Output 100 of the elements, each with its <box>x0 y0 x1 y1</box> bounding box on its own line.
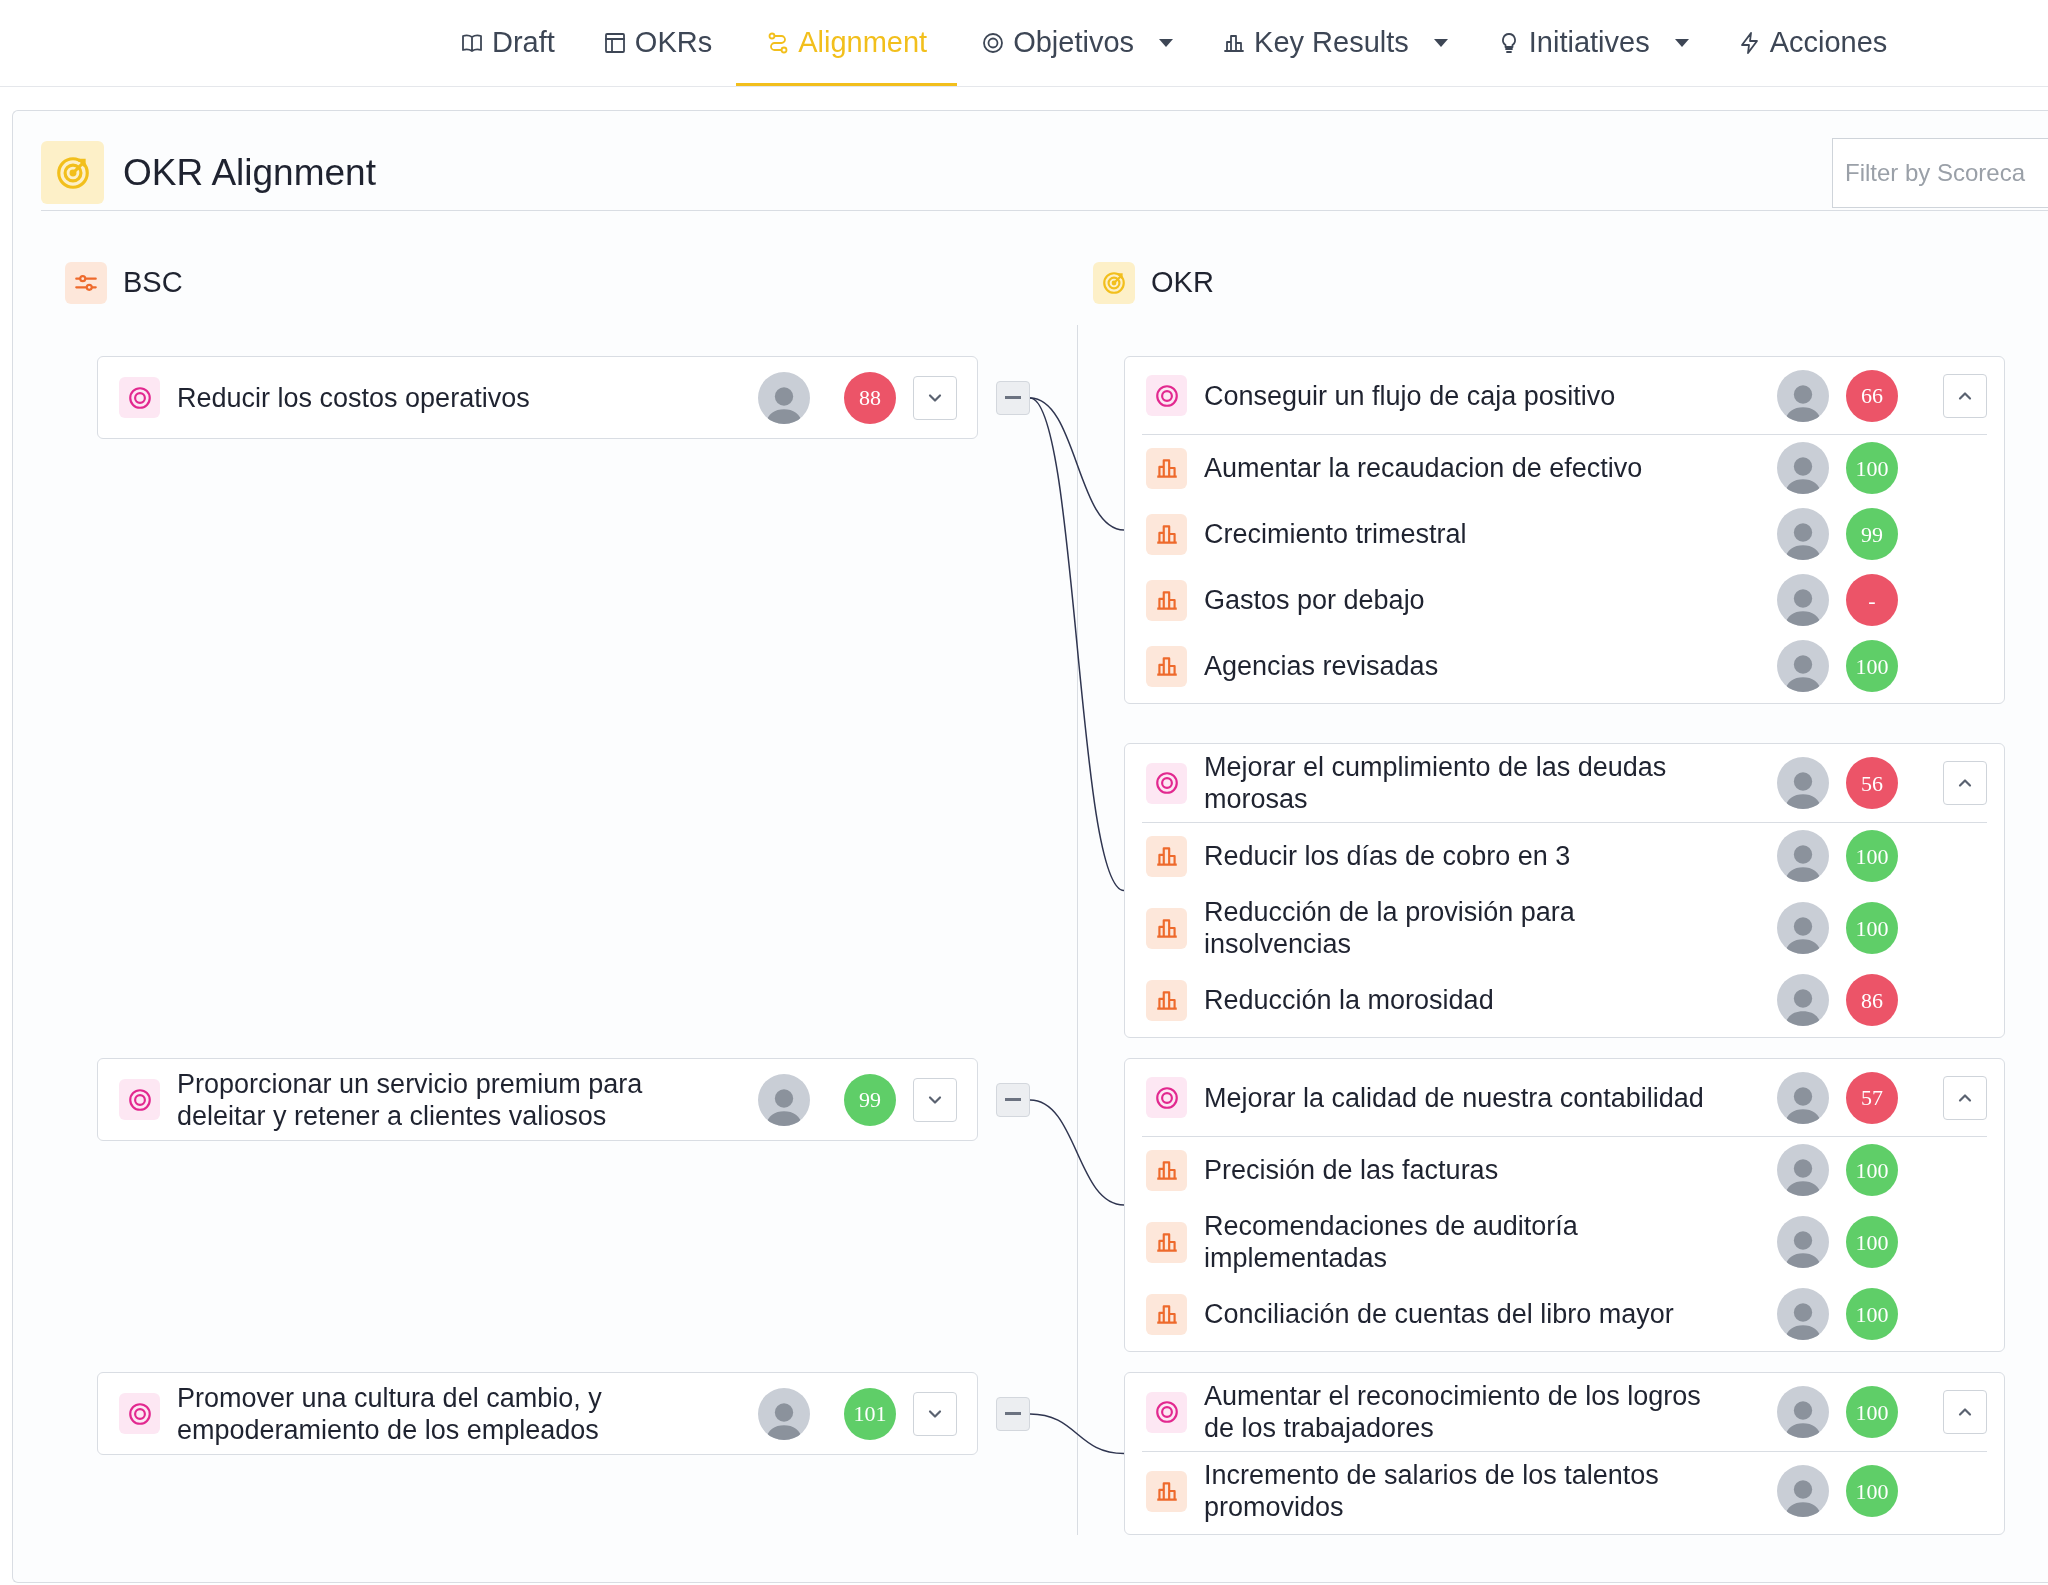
avatar <box>758 1073 810 1126</box>
avatar <box>1777 369 1829 422</box>
bar-chart-icon <box>1146 1470 1187 1512</box>
score-badge: 99 <box>844 1073 896 1126</box>
score-badge: 100 <box>1846 830 1898 882</box>
key-result-title: Conciliación de cuentas del libro mayor <box>1204 1298 1675 1331</box>
minus-icon <box>1005 1412 1021 1416</box>
collapse-button[interactable] <box>1943 1075 1987 1120</box>
bar-chart-icon <box>1146 1149 1187 1191</box>
target-icon <box>1146 762 1187 804</box>
key-result-title: Agencias revisadas <box>1204 650 1440 683</box>
avatar <box>1777 1386 1829 1438</box>
score-badge: - <box>1846 574 1898 626</box>
collapse-button[interactable] <box>996 1397 1030 1431</box>
avatar <box>758 371 810 424</box>
key-result-title: Reducir los días de cobro en 3 <box>1204 840 1572 873</box>
target-icon <box>1146 1391 1187 1433</box>
key-result-title: Incremento de salarios de los talentos promovidos <box>1204 1459 1660 1524</box>
page-title: OKR Alignment <box>123 150 376 195</box>
okr-title: Aumentar el reconocimiento de los logros de los trabajadores <box>1204 1380 1702 1445</box>
avatar <box>1777 574 1829 626</box>
avatar <box>1777 974 1829 1026</box>
key-result-title: Gastos por debajo <box>1204 584 1426 617</box>
avatar <box>758 1387 810 1440</box>
sliders-icon <box>65 262 107 304</box>
bar-chart-icon <box>1146 645 1187 687</box>
column-heading: OKR <box>1151 265 1214 301</box>
score-badge: 100 <box>1846 1216 1898 1268</box>
nav-tab[interactable]: Key Results <box>1198 0 1473 86</box>
layout-icon <box>602 31 627 55</box>
score-badge: 100 <box>1846 902 1898 954</box>
score-badge: 56 <box>1846 757 1898 809</box>
avatar <box>1777 1465 1829 1517</box>
score-badge: 86 <box>1846 974 1898 1026</box>
key-result-title: Aumentar la recaudacion de efectivo <box>1204 452 1644 485</box>
avatar <box>1777 1216 1829 1268</box>
bar-chart-icon <box>1146 1293 1187 1335</box>
avatar <box>1777 1288 1829 1340</box>
avatar <box>1777 508 1829 560</box>
objective-title: Proporcionar un servicio premium para deleitar y retener a clientes valiosos <box>177 1067 644 1132</box>
objective-title: Promover una cultura del cambio, y empoderamiento de los empleados <box>177 1381 603 1446</box>
score-badge: 88 <box>844 371 896 424</box>
avatar <box>1777 830 1829 882</box>
target-icon <box>41 141 104 204</box>
key-result-title: Reducción de la provisión para insolvencias <box>1204 896 1576 961</box>
okr-title: Mejorar el cumplimiento de las deudas morosas <box>1204 751 1668 816</box>
filter-field[interactable]: Filter by Scoreca <box>1832 137 2048 208</box>
target-icon <box>119 377 160 418</box>
collapse-button[interactable] <box>1943 373 1987 418</box>
avatar <box>1777 442 1829 494</box>
nav-tab[interactable]: Initiatives <box>1472 0 1714 86</box>
score-badge: 101 <box>844 1387 896 1440</box>
score-badge: 100 <box>1846 442 1898 494</box>
key-result-title: Recomendaciones de auditoría implementadas <box>1204 1210 1579 1275</box>
target-icon <box>981 31 1006 55</box>
minus-icon <box>1005 1098 1021 1102</box>
expand-button[interactable] <box>913 1077 957 1122</box>
score-badge: 66 <box>1846 369 1898 422</box>
score-badge: 57 <box>1846 1071 1898 1124</box>
avatar <box>1777 1144 1829 1196</box>
book-icon <box>460 31 484 55</box>
bar-chart-icon <box>1146 1221 1187 1263</box>
nav-tab[interactable]: Objetivos <box>957 0 1199 86</box>
minus-icon <box>1005 396 1021 400</box>
expand-button[interactable] <box>913 1391 957 1436</box>
bar-chart-icon <box>1146 907 1187 949</box>
score-badge: 100 <box>1846 640 1898 692</box>
avatar <box>1777 757 1829 809</box>
collapse-button[interactable] <box>996 1083 1030 1117</box>
target-icon <box>119 1393 160 1434</box>
expand-button[interactable] <box>913 375 957 420</box>
target-icon <box>119 1079 160 1120</box>
collapse-button[interactable] <box>1943 761 1987 805</box>
score-badge: 99 <box>1846 508 1898 560</box>
nav-tab[interactable]: OKRs <box>578 0 737 86</box>
key-result-title: Precisión de las facturas <box>1204 1154 1500 1187</box>
objective-title: Reducir los costos operativos <box>177 381 531 414</box>
score-badge: 100 <box>1846 1288 1898 1340</box>
bar-chart-icon <box>1146 447 1187 489</box>
score-badge: 100 <box>1846 1386 1898 1438</box>
target-icon <box>1146 1077 1187 1118</box>
okr-title: Mejorar la calidad de nuestra contabilidad <box>1204 1081 1705 1115</box>
avatar <box>1777 640 1829 692</box>
avatar <box>1777 1071 1829 1124</box>
collapse-button[interactable] <box>1943 1390 1987 1434</box>
target-icon <box>1146 375 1187 416</box>
nav-tab[interactable]: Acciones <box>1713 0 1912 86</box>
target-icon <box>1093 262 1135 304</box>
key-result-title: Crecimiento trimestral <box>1204 518 1468 551</box>
bar-chart-icon <box>1146 513 1187 555</box>
bar-chart-icon <box>1146 835 1187 877</box>
collapse-button[interactable] <box>996 381 1030 415</box>
score-badge: 100 <box>1846 1465 1898 1517</box>
bar-chart-icon <box>1146 579 1187 621</box>
bar-chart-icon <box>1146 979 1187 1021</box>
key-result-title: Reducción la morosidad <box>1204 984 1495 1017</box>
avatar <box>1777 902 1829 954</box>
nav-tab[interactable]: Draft <box>436 0 579 86</box>
okr-title: Conseguir un flujo de caja positivo <box>1204 379 1617 413</box>
score-badge: 100 <box>1846 1144 1898 1196</box>
